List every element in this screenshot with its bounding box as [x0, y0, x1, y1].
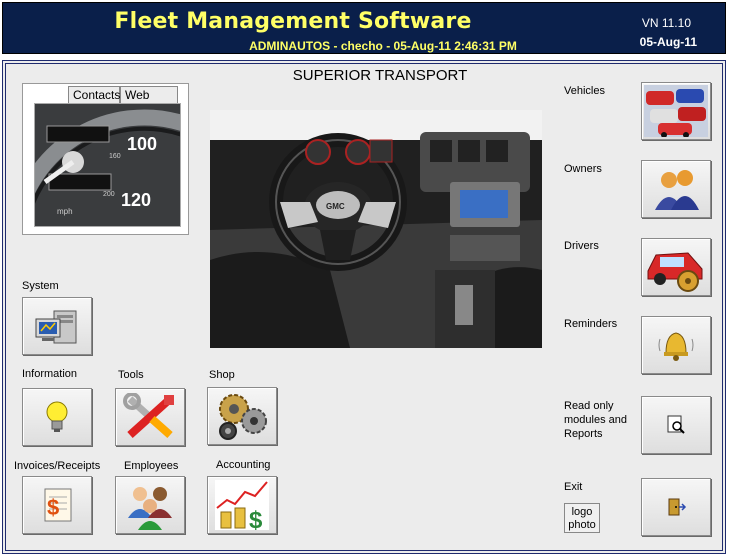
reports-button[interactable]: [641, 396, 711, 454]
header-date: 05-Aug-11: [639, 35, 697, 49]
readonly-label: Read only modules and Reports: [564, 399, 627, 441]
owners-button[interactable]: [641, 160, 711, 218]
logo-photo-line1: logo: [571, 506, 593, 518]
svg-text:200: 200: [103, 191, 115, 198]
exit-button[interactable]: [641, 478, 711, 536]
lightbulb-icon: [46, 401, 68, 432]
reminders-label: Reminders: [564, 318, 618, 330]
driver-car-icon: [647, 252, 703, 292]
vehicles-button[interactable]: [641, 82, 711, 140]
svg-text:120: 120: [121, 190, 151, 210]
svg-text:$: $: [249, 507, 263, 532]
drivers-button[interactable]: [641, 238, 711, 296]
accounting-chart-icon: $: [215, 480, 269, 532]
svg-text:GMC: GMC: [326, 202, 345, 211]
system-button[interactable]: [22, 297, 92, 355]
invoices-button[interactable]: $: [22, 476, 92, 534]
version-label: VN 11.10: [641, 16, 691, 30]
vehicles-label: Vehicles: [564, 85, 605, 97]
tab-contacts[interactable]: Contacts: [68, 86, 120, 103]
svg-text:160: 160: [109, 153, 121, 160]
accounting-button[interactable]: $: [207, 476, 277, 534]
employees-icon: [128, 487, 172, 530]
svg-text:100: 100: [127, 134, 157, 154]
information-button[interactable]: [22, 388, 92, 446]
reminders-button[interactable]: [641, 316, 711, 374]
tools-icon: [123, 393, 174, 438]
logo-photo-button[interactable]: logo photo: [564, 503, 600, 533]
system-label: System: [22, 280, 59, 292]
shop-label: Shop: [209, 369, 235, 381]
information-label: Information: [22, 368, 78, 380]
svg-text:mph: mph: [57, 207, 73, 216]
logo-photo-line2: photo: [568, 519, 596, 531]
invoices-label: Invoices/Receipts: [14, 460, 101, 472]
exit-door-icon: [668, 498, 687, 516]
tab-web-sites[interactable]: Web sites: [120, 86, 178, 116]
dashboard-photo: GMC: [210, 110, 542, 348]
bell-icon: [658, 332, 694, 361]
cars-icon: [644, 85, 708, 137]
employees-button[interactable]: [115, 476, 185, 534]
readonly-label-line1: Read only: [564, 400, 614, 412]
gears-icon: [219, 394, 267, 440]
odometer-icon: 100 120 160 200 mph: [7, 104, 188, 235]
odometer-image: 100 120 160 200 mph: [7, 103, 188, 235]
session-info: ADMINAUTOS - checho - 05-Aug-11 2:46:31 …: [249, 39, 517, 53]
steering-wheel-icon: GMC: [210, 110, 542, 348]
owners-icon: [655, 170, 699, 210]
app-header: Fleet Management Software ADMINAUTOS - c…: [2, 2, 726, 54]
readonly-label-line3: Reports: [564, 428, 603, 440]
accounting-label: Accounting: [216, 459, 271, 471]
svg-text:$: $: [47, 495, 59, 520]
readonly-label-line2: modules and: [564, 414, 627, 426]
company-name: SUPERIOR TRANSPORT: [292, 67, 468, 84]
invoice-icon: $: [44, 488, 72, 522]
tools-label: Tools: [118, 369, 144, 381]
app-title: Fleet Management Software: [114, 9, 472, 34]
report-search-icon: [667, 415, 685, 434]
tools-button[interactable]: [115, 388, 185, 446]
computer-icon: [35, 310, 77, 344]
exit-label: Exit: [564, 481, 583, 493]
employees-label: Employees: [124, 460, 179, 472]
shop-button[interactable]: [207, 387, 277, 445]
drivers-label: Drivers: [564, 240, 599, 252]
owners-label: Owners: [564, 163, 602, 175]
